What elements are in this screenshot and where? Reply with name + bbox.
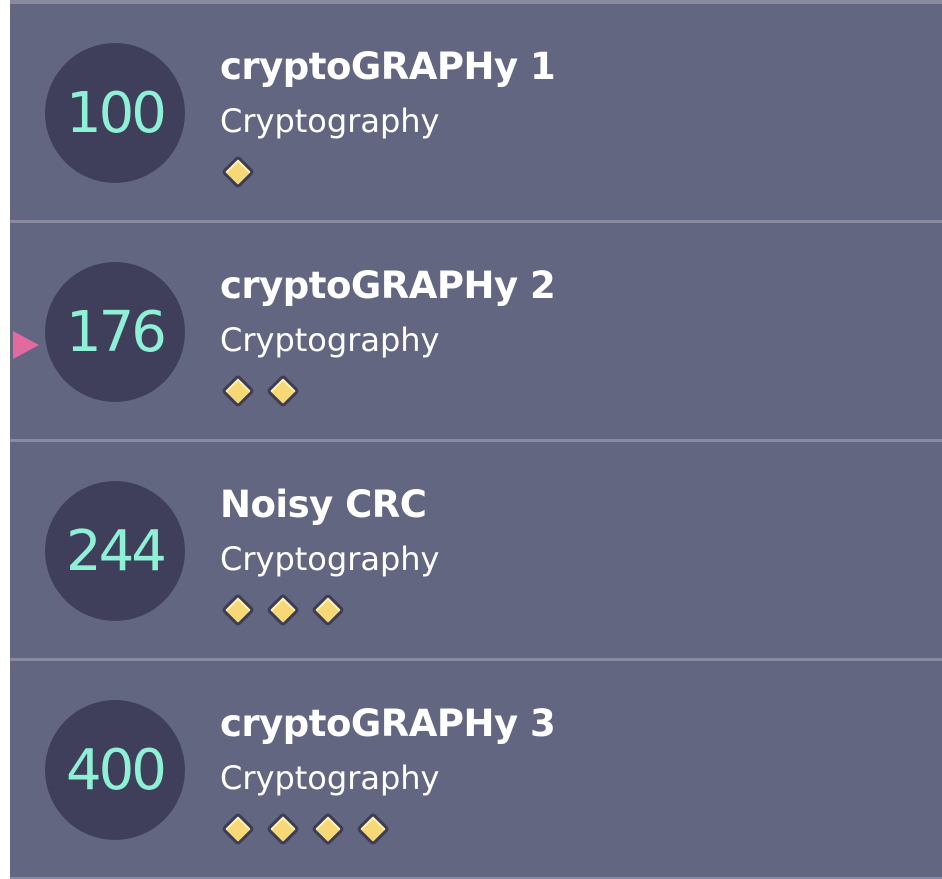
- diamond-icon: [221, 374, 255, 408]
- diamond-icon: [221, 593, 255, 627]
- list-top-divider: [10, 0, 942, 4]
- challenge-row[interactable]: 400 cryptoGRAPHy 3 Cryptography: [10, 658, 942, 879]
- diamond-icon: [221, 155, 255, 189]
- challenge-row[interactable]: 100 cryptoGRAPHy 1 Cryptography: [10, 1, 942, 217]
- diamond-icon: [266, 593, 300, 627]
- challenge-title: cryptoGRAPHy 1: [220, 45, 556, 88]
- challenge-title: cryptoGRAPHy 2: [220, 264, 556, 307]
- diamond-icon: [311, 593, 345, 627]
- challenge-row[interactable]: 176 cryptoGRAPHy 2 Cryptography: [10, 220, 942, 436]
- challenge-category: Cryptography: [220, 540, 440, 578]
- points-badge: 100: [45, 43, 185, 183]
- diamond-icon: [311, 812, 345, 846]
- diamond-icon: [356, 812, 390, 846]
- points-badge: 176: [45, 262, 185, 402]
- points-badge: 400: [45, 700, 185, 840]
- diamond-icon: [221, 812, 255, 846]
- diamond-icon: [266, 374, 300, 408]
- challenge-category: Cryptography: [220, 102, 440, 140]
- challenge-category: Cryptography: [220, 321, 440, 359]
- difficulty-rating: [220, 811, 391, 847]
- challenge-title: Noisy CRC: [220, 483, 427, 526]
- challenge-category: Cryptography: [220, 759, 440, 797]
- difficulty-rating: [220, 154, 256, 190]
- challenge-row[interactable]: 244 Noisy CRC Cryptography: [10, 439, 942, 655]
- selection-pointer-icon: [13, 331, 39, 359]
- difficulty-rating: [220, 592, 346, 628]
- difficulty-rating: [220, 373, 301, 409]
- points-badge: 244: [45, 481, 185, 621]
- diamond-icon: [266, 812, 300, 846]
- challenge-title: cryptoGRAPHy 3: [220, 702, 556, 745]
- challenge-list: 100 cryptoGRAPHy 1 Cryptography 176 cryp…: [10, 0, 942, 879]
